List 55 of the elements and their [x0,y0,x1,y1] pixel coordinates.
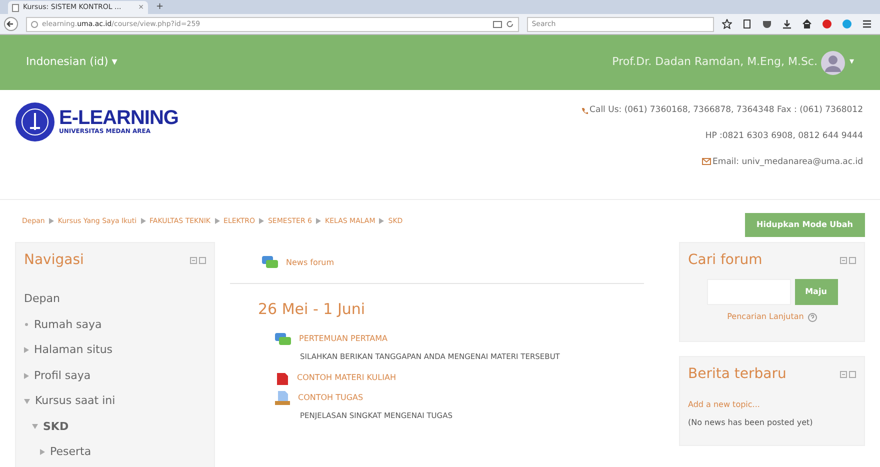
navigation-item[interactable]: Profil saya [24,368,206,384]
download-icon[interactable] [782,19,792,29]
chat-bubbles-icon [275,332,291,346]
breadcrumb-arrow-icon [48,218,54,224]
chat-bubbles-icon [262,256,278,269]
breadcrumb-arrow-icon [214,218,220,224]
navigation-item[interactable]: Rumah saya [24,316,206,333]
language-menu[interactable]: Indonesian (id) ▾ [26,54,118,71]
edit-mode-button[interactable]: Hidupkan Mode Ubah [744,213,865,237]
section-title: 26 Mei - 1 Juni [257,299,366,320]
menu-icon[interactable] [862,19,872,29]
breadcrumb-arrow-icon [379,218,384,224]
dock-block-icon [190,256,206,264]
activity-link[interactable]: News forum [286,256,334,268]
navigation-item[interactable]: Peserta [24,444,206,460]
contact-info: Email: univ_medanarea@uma.ac.id [712,156,863,168]
reload-icon [506,20,514,28]
envelope-icon [702,158,711,166]
university-seal-icon [15,102,55,142]
block-title: Cari forum [688,250,762,270]
home-icon[interactable] [802,19,812,29]
empty-news-message: (No news has been posted yet) [688,417,814,429]
user-name[interactable]: Prof.Dr. Dadan Ramdan, M.Eng, M.Sc. [612,54,818,71]
advanced-search-link[interactable]: Pencarian Lanjutan [727,311,804,323]
navigation-item[interactable]: Halaman situs [24,342,206,358]
navigation-item[interactable]: SKD [24,418,206,435]
info-icon [31,20,38,28]
activity-link[interactable]: PERTEMUAN PERTAMA [299,333,388,345]
phone-icon [580,106,588,114]
user-menu-caret[interactable]: ▾ [849,56,854,70]
breadcrumb-arrow-icon [316,218,321,224]
back-icon [4,17,18,31]
dock-block-icon [840,256,856,264]
star-icon[interactable] [722,19,732,29]
dock-block-icon [840,370,856,378]
contact-info: HP :0821 6303 6908, 0812 644 9444 [705,130,863,142]
contact-info: Call Us: (061) 7360168, 7366878, 7364348 Fax : (061) 7368012 [590,104,863,117]
avatar-icon [821,50,846,74]
navigation-item[interactable]: Kursus saat ini [24,393,206,410]
breadcrumb-arrow-icon [258,218,264,224]
document-icon [275,390,290,405]
breadcrumb-arrow-icon [140,218,146,224]
block-title: Berita terbaru [688,364,786,384]
new-tab-button[interactable]: + [148,1,172,14]
help-icon [808,312,817,322]
logo-title: E-LEARNING [59,108,178,128]
activity-link[interactable]: CONTOH TUGAS [298,392,364,404]
block-title: Navigasi [24,250,84,270]
file-icon [275,372,289,385]
bullet-icon [24,322,29,328]
page-icon [12,4,19,12]
add-topic-link[interactable]: Add a new topic... [688,399,856,411]
navigation-item[interactable]: Depan [24,291,206,308]
activity-link[interactable]: CONTOH MATERI KULIAH [297,372,396,384]
search-button[interactable]: Maju [794,279,838,305]
